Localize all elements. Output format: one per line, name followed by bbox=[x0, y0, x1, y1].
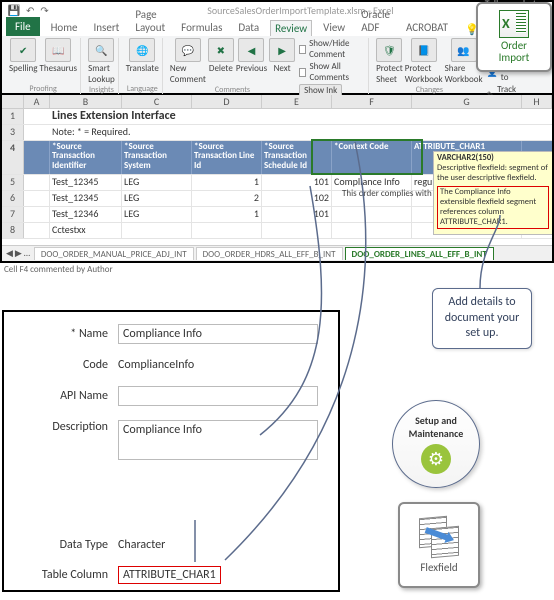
show-hide-comment[interactable]: Show/Hide Comment bbox=[299, 38, 365, 60]
save-icon[interactable]: 💾 bbox=[8, 4, 20, 16]
group-insights: 🔍Smart Lookup Insights bbox=[85, 38, 119, 94]
sheet-tab[interactable]: DOO_ORDER_MANUAL_PRICE_ADJ_INT bbox=[34, 247, 194, 260]
show-all-comments[interactable]: Show All Comments bbox=[299, 61, 365, 83]
description-field[interactable]: Compliance Info bbox=[118, 420, 318, 460]
tab-view[interactable]: View bbox=[318, 19, 350, 36]
name-label: * Name bbox=[18, 327, 118, 341]
group-language: 🌐Translate Language bbox=[123, 38, 163, 94]
tab-insert[interactable]: Insert bbox=[89, 19, 125, 36]
sheet-nav-next-icon[interactable]: ▶ bbox=[15, 248, 22, 259]
sheet-tab-bar: ◀ ▶ … DOO_ORDER_MANUAL_PRICE_ADJ_INT DOO… bbox=[2, 245, 552, 261]
overflow-text: This order complies with all bbox=[342, 188, 442, 199]
excel-icon bbox=[499, 10, 529, 38]
spelling-button[interactable]: ✔Spelling bbox=[9, 38, 38, 74]
group-proofing: ✔Spelling 📖Thesaurus Proofing bbox=[6, 38, 81, 94]
order-import-badge: Order Import bbox=[476, 2, 552, 72]
description-label: Description bbox=[18, 420, 118, 434]
tab-data[interactable]: Data bbox=[233, 19, 264, 36]
column-headers: A B C D E F G H bbox=[2, 95, 552, 109]
sheet-tab[interactable]: DOO_ORDER_HDRS_ALL_EFF_B_INT bbox=[196, 247, 343, 260]
comment-tooltip: VARCHAR2(150) Descriptive flexfield: seg… bbox=[433, 151, 553, 235]
quick-access-row: 💾 ↶ ↷ SourceSalesOrderImportTemplate.xls… bbox=[2, 2, 552, 18]
prev-comment-button[interactable]: ◀Previous bbox=[236, 38, 267, 85]
smart-lookup-button[interactable]: 🔍Smart Lookup bbox=[88, 38, 115, 85]
ribbon-tabs: File Home Insert Page Layout Formulas Da… bbox=[2, 18, 552, 36]
flexfield-badge: Flexfield bbox=[398, 502, 480, 588]
callout-add-details: Add details to document your set up. bbox=[432, 288, 532, 349]
flexfield-form: * Name Code ComplianceInfo API Name Desc… bbox=[2, 310, 340, 592]
flexfield-icon bbox=[419, 517, 459, 557]
next-comment-button[interactable]: ▶Next bbox=[269, 38, 295, 85]
sheet-note: Note: * = Required. bbox=[50, 125, 470, 140]
protect-workbook-button[interactable]: 📘Protect Workbook bbox=[405, 38, 443, 85]
app-title: SourceSalesOrderImportTemplate.xlsm - Ex… bbox=[55, 4, 546, 17]
protect-sheet-button[interactable]: 🛡Protect Sheet bbox=[376, 38, 403, 85]
name-field[interactable] bbox=[118, 324, 318, 344]
excel-ribbon: 💾 ↶ ↷ SourceSalesOrderImportTemplate.xls… bbox=[0, 0, 554, 95]
api-name-label: API Name bbox=[18, 389, 118, 403]
table-column-value: ATTRIBUTE_CHAR1 bbox=[118, 566, 221, 584]
setup-maintenance-badge: Setup and Maintenance bbox=[392, 400, 480, 488]
tab-formulas[interactable]: Formulas bbox=[176, 19, 227, 36]
status-bar-text: Cell F4 commented by Author bbox=[4, 264, 113, 275]
tab-review[interactable]: Review bbox=[270, 20, 312, 36]
tab-oracle-adf[interactable]: Oracle ADF bbox=[356, 6, 395, 36]
delete-comment-button[interactable]: ✖Delete bbox=[208, 38, 234, 85]
redo-icon[interactable]: ↷ bbox=[40, 4, 48, 17]
table-column-label: Table Column bbox=[18, 568, 118, 582]
sheet-tab-active[interactable]: DOO_ORDER_LINES_ALL_EFF_B_INT bbox=[345, 247, 494, 260]
gear-icon bbox=[421, 444, 451, 474]
group-comments: 💬New Comment ✖Delete ◀Previous ▶Next Com… bbox=[167, 38, 369, 94]
tab-page-layout[interactable]: Page Layout bbox=[130, 6, 170, 36]
sheet-title: Lines Extension Interface bbox=[50, 109, 470, 124]
api-name-field[interactable] bbox=[118, 386, 318, 406]
undo-icon[interactable]: ↶ bbox=[26, 4, 34, 17]
tab-file[interactable]: File bbox=[6, 17, 40, 36]
data-type-value: Character bbox=[118, 538, 165, 552]
sheet-nav-prev-icon[interactable]: ◀ bbox=[6, 248, 13, 259]
tab-acrobat[interactable]: ACROBAT bbox=[401, 19, 453, 36]
translate-button[interactable]: 🌐Translate bbox=[126, 38, 159, 74]
new-comment-button[interactable]: 💬New Comment bbox=[170, 38, 206, 85]
data-type-label: Data Type bbox=[18, 538, 118, 552]
thesaurus-button[interactable]: 📖Thesaurus bbox=[40, 38, 78, 74]
code-label: Code bbox=[18, 358, 118, 372]
code-value: ComplianceInfo bbox=[118, 358, 194, 372]
worksheet-region: A B C D E F G H 1Lines Extension Interfa… bbox=[0, 95, 554, 263]
tab-home[interactable]: Home bbox=[46, 19, 83, 36]
